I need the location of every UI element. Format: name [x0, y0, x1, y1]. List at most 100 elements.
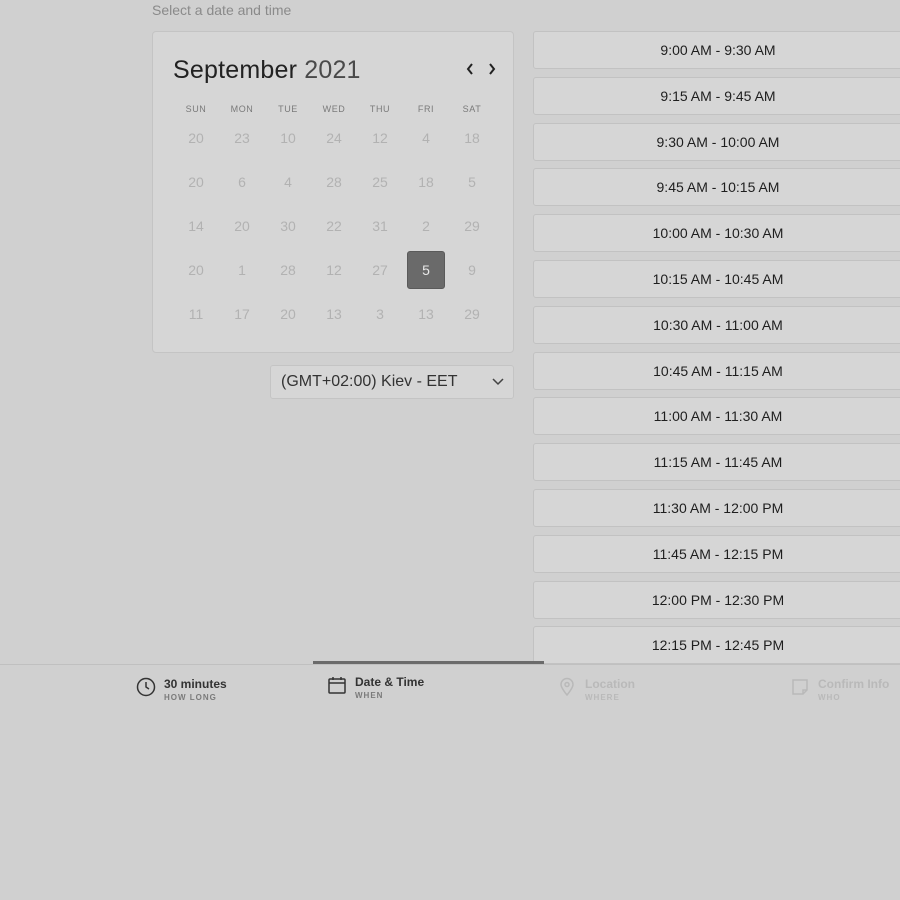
time-slot-button[interactable]: 10:00 AM - 10:30 AM: [533, 214, 900, 253]
calendar-day: 17: [219, 292, 265, 336]
weekday-label: WED: [322, 104, 346, 114]
calendar-day: 29: [449, 204, 495, 248]
step-location-title: Location: [585, 677, 635, 691]
time-slot-button[interactable]: 10:30 AM - 11:00 AM: [533, 305, 900, 344]
time-slot-button[interactable]: 10:15 AM - 10:45 AM: [533, 260, 900, 298]
time-slot-button[interactable]: 9:45 AM - 10:15 AM: [533, 168, 900, 207]
time-slot-button[interactable]: 12:15 PM - 12:45 PM: [533, 626, 900, 665]
weekday-label: FRI: [417, 104, 435, 114]
calendar-day-number: 29: [464, 218, 480, 234]
calendar-day: 3: [357, 292, 403, 336]
calendar-day: 18: [403, 160, 449, 204]
calendar-day-number: 14: [188, 218, 204, 234]
calendar-day-number: 4: [284, 174, 292, 190]
calendar-day: 20: [173, 248, 219, 292]
calendar-day-number: 23: [234, 130, 250, 146]
calendar-day-number: 12: [326, 262, 342, 278]
calendar-day: 12: [311, 248, 357, 292]
calendar-day: 5: [449, 160, 495, 204]
calendar-day-number: 28: [280, 262, 296, 278]
chevron-right-icon: [489, 63, 496, 75]
calendar-day-number: 30: [280, 218, 296, 234]
active-step-indicator: [313, 661, 544, 664]
chevron-left-icon: [466, 63, 473, 75]
clock-icon: [136, 677, 156, 697]
chevron-down-icon: [492, 378, 504, 386]
note-icon: [792, 679, 808, 695]
calendar-day-number: 3: [376, 306, 384, 322]
calendar-day-number: 25: [372, 174, 388, 190]
calendar-day: 20: [173, 160, 219, 204]
calendar-day-number: 13: [326, 306, 342, 322]
calendar-day: 23: [219, 116, 265, 160]
calendar-day-number: 18: [418, 174, 434, 190]
time-slot-button[interactable]: 9:15 AM - 9:45 AM: [533, 76, 900, 115]
calendar-day-number: 5: [468, 174, 476, 190]
steps-bar: [0, 664, 900, 715]
time-slot-button[interactable]: 12:00 PM - 12:30 PM: [533, 580, 900, 619]
step-date-time-title: Date & Time: [355, 675, 425, 689]
calendar-day: 4: [265, 160, 311, 204]
calendar-day-number: 1: [238, 262, 246, 278]
calendar-day-number: 29: [464, 306, 480, 322]
calendar-day-number: 11: [188, 306, 204, 322]
calendar-day-selected[interactable]: 5: [403, 248, 449, 292]
time-slot-button[interactable]: 10:45 AM - 11:15 AM: [533, 351, 900, 390]
calendar-day-number: 4: [422, 130, 430, 146]
step-confirm-info[interactable]: Confirm Info WHO: [790, 677, 889, 702]
calendar-day: 22: [311, 204, 357, 248]
next-month-button[interactable]: [483, 58, 501, 80]
calendar-day: 25: [357, 160, 403, 204]
time-slot-button[interactable]: 9:00 AM - 9:30 AM: [533, 31, 900, 69]
calendar-day: 20: [265, 292, 311, 336]
calendar-day-number: 27: [372, 262, 388, 278]
calendar-day: 4: [403, 116, 449, 160]
calendar-day: 2: [403, 204, 449, 248]
calendar-day-number: 24: [326, 130, 342, 146]
calendar-day: 13: [403, 292, 449, 336]
weekday-header: SUN MON TUE WED THU FRI SAT: [173, 104, 493, 114]
step-date-time-subtitle: WHEN: [355, 691, 384, 700]
calendar-title: September 2021: [173, 56, 361, 85]
calendar-day: 11: [173, 292, 219, 336]
calendar-day-number: 20: [280, 306, 296, 322]
calendar-day-number: 10: [280, 130, 296, 146]
calendar-day: 18: [449, 116, 495, 160]
time-slot-button[interactable]: 11:00 AM - 11:30 AM: [533, 397, 900, 436]
time-slot-button[interactable]: 11:45 AM - 12:15 PM: [533, 534, 900, 573]
calendar: September 2021 SUN MON TUE WED THU FRI SAT 20 2…: [152, 31, 514, 353]
calendar-day-number: 17: [234, 306, 250, 322]
time-slot-button[interactable]: 9:30 AM - 10:00 AM: [533, 122, 900, 161]
calendar-day: 29: [449, 292, 495, 336]
calendar-day-number: 6: [238, 174, 246, 190]
weekday-label: SUN: [185, 104, 207, 114]
timezone-value: (GMT+02:00) Kiev - EET: [281, 373, 458, 390]
calendar-day: 20: [219, 204, 265, 248]
step-date-time[interactable]: Date & Time WHEN: [327, 675, 424, 700]
step-location-subtitle: WHERE: [585, 693, 620, 702]
location-pin-icon: [560, 677, 574, 697]
calendar-day-number: 12: [372, 130, 388, 146]
previous-month-button[interactable]: [461, 58, 479, 80]
calendar-day-number: 28: [326, 174, 342, 190]
step-location[interactable]: Location WHERE: [557, 677, 635, 702]
calendar-day: 31: [357, 204, 403, 248]
step-duration[interactable]: 30 minutes HOW LONG: [136, 677, 227, 702]
calendar-day: 13: [311, 292, 357, 336]
calendar-day: 10: [265, 116, 311, 160]
calendar-day-number: 20: [188, 130, 204, 146]
step-confirm-info-title: Confirm Info: [818, 677, 890, 691]
calendar-day-number: 20: [234, 218, 250, 234]
calendar-day-number: 20: [188, 262, 204, 278]
time-slot-button[interactable]: 11:30 AM - 12:00 PM: [533, 489, 900, 527]
calendar-day: 28: [311, 160, 357, 204]
calendar-day: 12: [357, 116, 403, 160]
calendar-day: 14: [173, 204, 219, 248]
calendar-day: 30: [265, 204, 311, 248]
calendar-day-number: 18: [464, 130, 480, 146]
calendar-icon: [328, 677, 346, 694]
timezone-select[interactable]: (GMT+02:00) Kiev - EET: [270, 365, 514, 399]
calendar-day-number: 13: [418, 306, 434, 322]
time-slot-button[interactable]: 11:15 AM - 11:45 AM: [533, 443, 900, 482]
calendar-day-number: 20: [188, 174, 204, 190]
